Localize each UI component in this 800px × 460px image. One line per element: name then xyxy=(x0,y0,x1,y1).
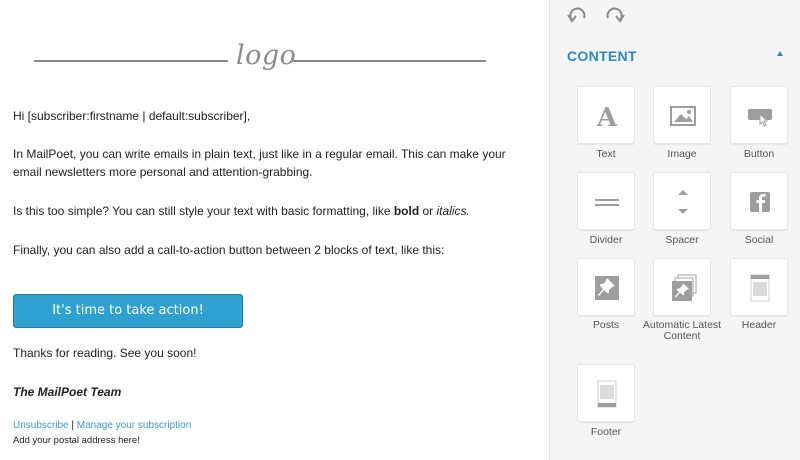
logo-divider-left xyxy=(34,60,228,62)
block-image[interactable] xyxy=(653,86,711,144)
block-social[interactable] xyxy=(730,172,788,230)
logo-block[interactable]: logo xyxy=(34,40,486,76)
spacer-icon xyxy=(678,190,688,214)
undo-button[interactable] xyxy=(565,4,591,28)
block-automatic-latest-content[interactable] xyxy=(653,258,711,316)
block-header[interactable] xyxy=(730,258,788,316)
automatic-latest-content-icon xyxy=(672,274,697,301)
cta-button[interactable]: It's time to take action! xyxy=(13,294,243,328)
content-panel: CONTENT A Text Image Button Divider Spac… xyxy=(550,36,800,460)
header-icon xyxy=(750,274,770,302)
block-header-label: Header xyxy=(741,319,777,331)
logo-divider-right xyxy=(292,60,486,62)
signature-text[interactable]: The MailPoet Team xyxy=(13,383,533,401)
thanks-text[interactable]: Thanks for reading. See you soon! xyxy=(13,344,533,362)
formatting-text-or: or xyxy=(419,204,437,218)
logo: logo xyxy=(236,40,297,71)
block-social-label: Social xyxy=(744,234,774,246)
cta-intro-text[interactable]: Finally, you can also add a call-to-acti… xyxy=(13,241,533,259)
block-footer[interactable] xyxy=(577,364,635,422)
bold-text: bold xyxy=(393,204,420,218)
posts-icon xyxy=(595,276,619,300)
redo-button[interactable] xyxy=(601,4,627,28)
text-icon: A xyxy=(596,103,618,131)
block-posts-label: Posts xyxy=(592,319,620,331)
footer-links: Unsubscribe | Manage your subscription xyxy=(13,419,191,432)
formatting-text[interactable]: Is this too simple? You can still style … xyxy=(13,202,533,220)
divider-icon xyxy=(595,199,619,206)
collapse-icon[interactable] xyxy=(777,51,783,56)
email-canvas[interactable]: logo Hi [subscriber:firstname | default:… xyxy=(0,0,549,460)
manage-subscription-link[interactable]: Manage your subscription xyxy=(77,420,192,431)
block-posts[interactable] xyxy=(577,258,635,316)
redo-icon xyxy=(606,7,625,23)
block-spacer-label: Spacer xyxy=(665,234,699,246)
block-divider[interactable] xyxy=(577,172,635,230)
postal-address-text[interactable]: Add your postal address here! xyxy=(13,434,140,447)
footer-link-separator: | xyxy=(68,420,77,431)
block-footer-label: Footer xyxy=(590,426,622,438)
block-image-label: Image xyxy=(667,148,697,160)
image-icon xyxy=(670,106,696,126)
block-button[interactable] xyxy=(730,86,788,144)
button-icon xyxy=(748,109,772,127)
block-text[interactable]: A xyxy=(577,86,635,144)
unsubscribe-link[interactable]: Unsubscribe xyxy=(13,420,69,431)
footer-icon xyxy=(597,380,617,408)
italic-text: italics. xyxy=(436,204,470,218)
svg-text:A: A xyxy=(596,103,618,131)
content-panel-header[interactable]: CONTENT xyxy=(550,36,800,76)
greeting-text[interactable]: Hi [subscriber:firstname | default:subsc… xyxy=(13,107,533,125)
intro-text[interactable]: In MailPoet, you can write emails in pla… xyxy=(13,145,533,181)
block-text-label: Text xyxy=(596,148,616,160)
content-panel-title: CONTENT xyxy=(567,48,637,64)
block-divider-label: Divider xyxy=(589,234,623,246)
undo-icon xyxy=(567,7,586,23)
block-spacer[interactable] xyxy=(653,172,711,230)
social-icon xyxy=(750,192,770,212)
editor-sidebar: CONTENT A Text Image Button Divider Spac… xyxy=(549,0,800,460)
block-automatic-latest-content-label: Automatic Latest Content xyxy=(642,319,722,342)
formatting-text-prefix: Is this too simple? You can still style … xyxy=(13,204,394,218)
history-toolbar xyxy=(550,0,800,34)
block-button-label: Button xyxy=(743,148,775,160)
